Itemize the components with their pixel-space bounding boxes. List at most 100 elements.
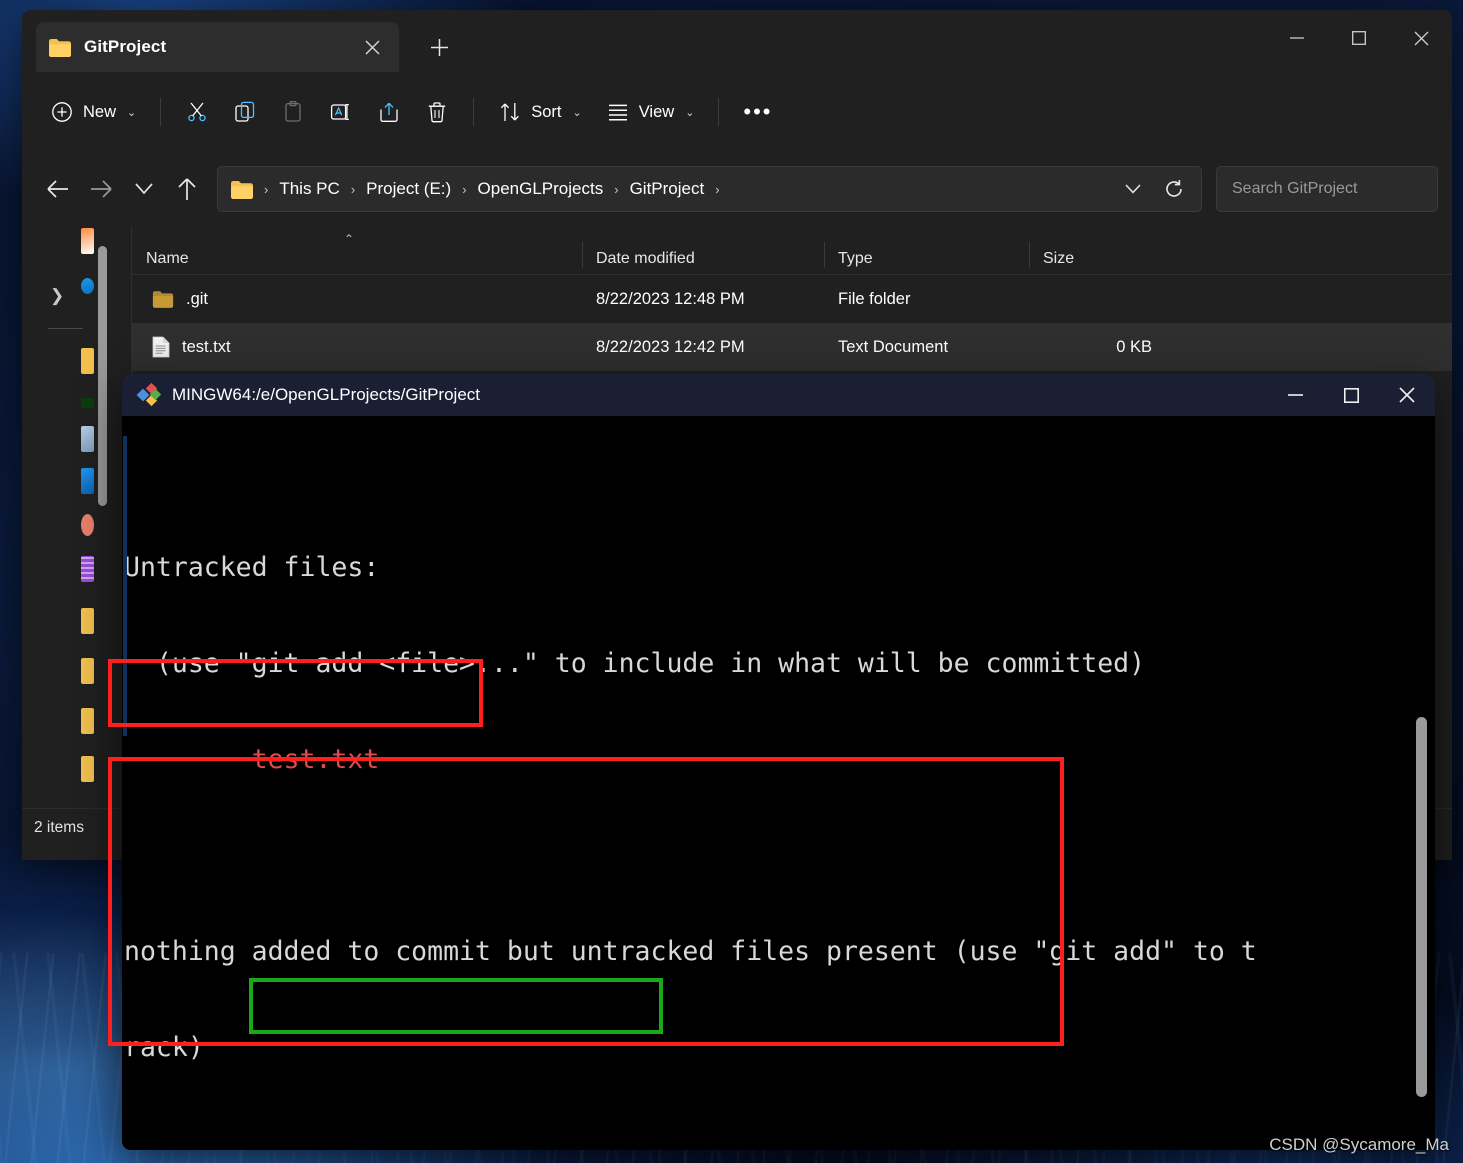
refresh-button[interactable] xyxy=(1153,170,1195,208)
column-header-date-modified[interactable]: Date modified xyxy=(582,242,824,268)
nav-scrollbar-thumb[interactable] xyxy=(98,246,107,506)
csdn-watermark: CSDN @Sycamore_Ma xyxy=(1269,1135,1449,1154)
nav-icon-folder-3[interactable] xyxy=(81,658,94,684)
window-controls xyxy=(1266,10,1452,66)
ellipsis-icon: ••• xyxy=(743,99,773,124)
nav-icon-folder-4[interactable] xyxy=(81,708,94,734)
forward-button[interactable] xyxy=(79,167,122,211)
address-bar[interactable]: › This PC › Project (E:) › OpenGLProject… xyxy=(217,166,1202,212)
breadcrumb-separator: › xyxy=(715,181,720,197)
terminal-line: rack) xyxy=(124,1032,1435,1064)
nav-icon-folder-2[interactable] xyxy=(81,608,94,634)
tab-title: GitProject xyxy=(84,37,167,56)
address-bar-row: › This PC › Project (E:) › OpenGLProject… xyxy=(22,152,1452,226)
terminal-text: Untracked files: xyxy=(124,552,380,583)
tab-close-icon[interactable] xyxy=(357,32,387,62)
table-row[interactable]: test.txt 8/22/2023 12:42 PM Text Documen… xyxy=(132,323,1452,371)
minimize-button[interactable] xyxy=(1266,10,1328,66)
column-header-size[interactable]: Size xyxy=(1029,242,1164,268)
rename-button[interactable] xyxy=(317,90,365,134)
up-button[interactable] xyxy=(166,167,209,211)
paste-button[interactable] xyxy=(269,90,317,134)
file-name: test.txt xyxy=(182,337,231,356)
search-input[interactable] xyxy=(1230,179,1441,199)
maximize-button[interactable] xyxy=(1328,10,1390,66)
nav-divider xyxy=(48,328,83,329)
nav-icon-documents[interactable] xyxy=(81,426,94,452)
file-date-modified: 8/22/2023 12:48 PM xyxy=(596,289,745,308)
list-lines-icon xyxy=(608,104,627,121)
chevron-down-icon: ⌄ xyxy=(685,106,695,119)
toolbar-divider xyxy=(160,98,162,126)
share-button[interactable] xyxy=(365,90,413,134)
nav-icon-onedrive[interactable] xyxy=(81,278,94,294)
nav-icon-folder-5[interactable] xyxy=(81,756,94,782)
terminal-line: Untracked files: xyxy=(124,552,1435,584)
folder-icon xyxy=(152,291,174,308)
nav-icon-pictures[interactable] xyxy=(81,468,94,494)
new-tab-icon[interactable] xyxy=(422,30,456,64)
column-header-name[interactable]: Name xyxy=(132,250,582,268)
nav-icon-folder-1[interactable] xyxy=(81,348,94,374)
search-box[interactable] xyxy=(1216,166,1441,212)
breadcrumb-separator: › xyxy=(462,181,467,197)
clipboard-icon xyxy=(285,100,301,122)
text-file-icon xyxy=(152,336,170,358)
address-dropdown-icon[interactable] xyxy=(1113,170,1153,208)
file-type: Text Document xyxy=(838,337,949,356)
expand-tree-icon[interactable]: ❯ xyxy=(50,286,64,306)
terminal-window-controls xyxy=(1267,374,1435,416)
sort-ascending-icon: ⌃ xyxy=(344,232,355,246)
plus-circle-icon xyxy=(52,102,72,122)
terminal-screen[interactable]: Untracked files: (use "git add <file>...… xyxy=(122,416,1435,1150)
sort-button[interactable]: Sort ⌄ xyxy=(486,90,593,134)
terminal-title: MINGW64:/e/OpenGLProjects/GitProject xyxy=(172,385,480,404)
column-header-type[interactable]: Type xyxy=(824,242,1029,268)
nav-icon-music[interactable] xyxy=(81,514,94,536)
file-date-modified: 8/22/2023 12:42 PM xyxy=(596,337,745,356)
terminal-maximize-button[interactable] xyxy=(1323,374,1379,416)
back-button[interactable] xyxy=(36,167,79,211)
rename-icon xyxy=(331,104,350,120)
nav-icon-videos[interactable] xyxy=(81,556,94,582)
breadcrumb-openglprojects[interactable]: OpenGLProjects xyxy=(471,175,611,203)
table-row[interactable]: .git 8/22/2023 12:48 PM File folder xyxy=(132,275,1452,323)
breadcrumb-project-e[interactable]: Project (E:) xyxy=(359,175,458,203)
sort-button-label: Sort xyxy=(531,102,562,121)
more-options-button[interactable]: ••• xyxy=(731,90,784,134)
file-size: 0 KB xyxy=(1116,337,1152,356)
new-button[interactable]: New ⌄ xyxy=(38,90,148,134)
view-button-label: View xyxy=(638,102,675,121)
explorer-tab-gitproject[interactable]: GitProject xyxy=(36,22,399,72)
delete-button[interactable] xyxy=(413,90,461,134)
terminal-text: rack) xyxy=(124,1032,204,1063)
explorer-titlebar: GitProject xyxy=(22,10,1452,72)
breadcrumb-this-pc[interactable]: This PC xyxy=(272,175,346,203)
terminal-close-button[interactable] xyxy=(1379,374,1435,416)
toolbar-divider-2 xyxy=(473,98,475,126)
close-button[interactable] xyxy=(1390,10,1452,66)
nav-icon-terminal[interactable] xyxy=(81,398,94,408)
scissors-icon xyxy=(188,102,206,122)
copy-button[interactable] xyxy=(221,90,269,134)
sort-arrows-icon xyxy=(501,103,520,121)
breadcrumb-separator: › xyxy=(614,181,619,197)
breadcrumb-gitproject[interactable]: GitProject xyxy=(623,175,712,203)
terminal-minimize-button[interactable] xyxy=(1267,374,1323,416)
terminal-untracked-file: test.txt xyxy=(124,744,380,775)
nav-icon-quickaccess[interactable] xyxy=(81,228,94,254)
toolbar-divider-3 xyxy=(718,98,720,126)
file-type: File folder xyxy=(838,289,911,308)
git-bash-icon xyxy=(136,382,162,407)
breadcrumb: › This PC › Project (E:) › OpenGLProject… xyxy=(262,175,1113,203)
item-count-label: 2 items xyxy=(34,819,84,836)
terminal-scrollbar-thumb[interactable] xyxy=(1416,717,1427,1097)
file-name: .git xyxy=(186,289,209,308)
cut-button[interactable] xyxy=(173,90,221,134)
recent-locations-button[interactable] xyxy=(123,167,166,211)
breadcrumb-separator: › xyxy=(264,181,269,197)
navigation-pane[interactable]: ❯ xyxy=(22,226,132,808)
view-button[interactable]: View ⌄ xyxy=(594,90,707,134)
